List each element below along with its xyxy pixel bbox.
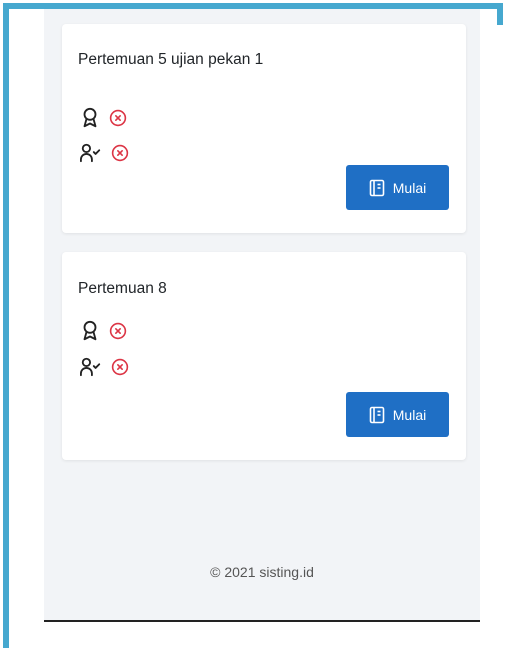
award-status-row bbox=[79, 107, 127, 129]
meeting-card: Pertemuan 8 Mulai bbox=[62, 252, 466, 460]
frame-border-left bbox=[3, 3, 9, 648]
attendance-status-row bbox=[79, 356, 129, 378]
user-check-icon bbox=[79, 143, 101, 163]
bottom-divider bbox=[44, 620, 480, 622]
start-button[interactable]: Mulai bbox=[346, 392, 449, 437]
award-icon bbox=[83, 107, 97, 128]
card-title: Pertemuan 5 ujian pekan 1 bbox=[78, 51, 264, 68]
award-status-row bbox=[79, 320, 127, 342]
book-icon bbox=[369, 406, 385, 423]
frame-border-right bbox=[497, 3, 503, 25]
app-content: Pertemuan 5 ujian pekan 1 Mulai Pertemua… bbox=[44, 9, 480, 620]
book-icon bbox=[369, 179, 385, 196]
attendance-status-row bbox=[79, 142, 129, 164]
x-circle-icon bbox=[109, 322, 127, 340]
start-button-label: Mulai bbox=[392, 406, 427, 423]
x-circle-icon bbox=[111, 144, 129, 162]
footer-copyright: © 2021 sisting.id bbox=[210, 564, 314, 580]
x-circle-icon bbox=[109, 109, 127, 127]
meeting-card: Pertemuan 5 ujian pekan 1 Mulai bbox=[62, 24, 466, 233]
x-circle-icon bbox=[111, 358, 129, 376]
start-button[interactable]: Mulai bbox=[346, 165, 449, 210]
award-icon bbox=[83, 320, 97, 341]
start-button-label: Mulai bbox=[392, 179, 427, 196]
card-title: Pertemuan 8 bbox=[78, 280, 167, 297]
user-check-icon bbox=[79, 357, 101, 377]
